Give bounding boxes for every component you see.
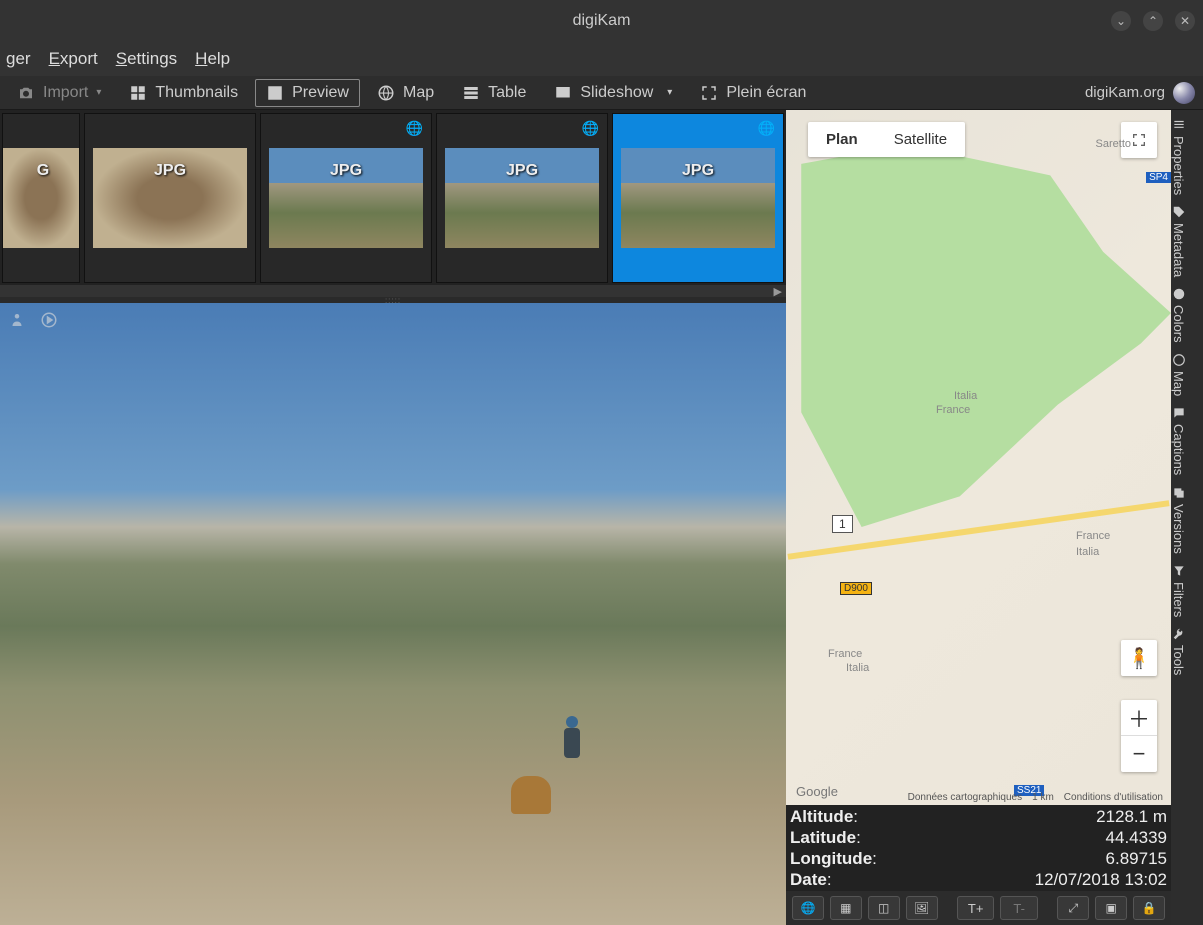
map-label: France bbox=[936, 404, 970, 416]
digikam-logo-icon[interactable] bbox=[1173, 82, 1195, 104]
map-marker[interactable]: 1 bbox=[832, 515, 853, 533]
dropdown-icon: ▾ bbox=[667, 87, 672, 98]
crop-icon[interactable]: ▣ bbox=[1095, 896, 1127, 920]
map-label: France bbox=[1076, 530, 1110, 542]
globe-icon bbox=[1172, 353, 1186, 367]
tab-versions[interactable]: Versions bbox=[1171, 482, 1186, 558]
thumbnail-strip: G JPG JPG 🌐 JPG 🌐 JPG 🌐 bbox=[0, 110, 786, 285]
map-toolbar: 🌐 ▦ ◫ 🖼 T+ T- ⤢ ▣ 🔒 bbox=[786, 891, 1171, 925]
map-label: Italia bbox=[1076, 546, 1099, 558]
tab-tools[interactable]: Tools bbox=[1171, 623, 1186, 679]
person-icon[interactable] bbox=[8, 311, 26, 329]
google-logo: Google bbox=[796, 784, 838, 799]
minimize-icon[interactable]: ⌄ bbox=[1111, 11, 1131, 31]
stack-icon bbox=[1172, 486, 1186, 500]
image-subject bbox=[511, 776, 551, 814]
menu-ger[interactable]: ger bbox=[6, 49, 31, 69]
toolbar: Import ▾ Thumbnails Preview Map Table Sl… bbox=[0, 76, 1203, 110]
menu-help[interactable]: Help bbox=[195, 49, 230, 69]
tag-icon bbox=[1172, 205, 1186, 219]
caption-icon bbox=[1172, 406, 1186, 420]
camera-icon bbox=[17, 84, 35, 102]
slideshow-button[interactable]: Slideshow ▾ bbox=[543, 79, 683, 107]
maximize-icon[interactable]: ⌃ bbox=[1143, 11, 1163, 31]
grid-icon bbox=[129, 84, 147, 102]
latitude-value: 44.4339 bbox=[1106, 827, 1167, 848]
text-zoom-in-button[interactable]: T+ bbox=[957, 896, 994, 920]
slideshow-icon bbox=[554, 84, 572, 102]
play-icon[interactable] bbox=[40, 311, 58, 329]
date-value: 12/07/2018 13:02 bbox=[1035, 869, 1167, 890]
thumbnails-button[interactable]: Thumbnails bbox=[118, 79, 249, 107]
fullscreen-icon bbox=[700, 84, 718, 102]
map-satellite-tab[interactable]: Satellite bbox=[876, 122, 965, 157]
tab-captions[interactable]: Captions bbox=[1171, 402, 1186, 479]
thumbnail-selected[interactable]: JPG 🌐 bbox=[612, 113, 784, 283]
road-label: SP4 bbox=[1146, 172, 1171, 183]
map-label: France bbox=[828, 648, 862, 660]
image-icon bbox=[266, 84, 284, 102]
tab-filters[interactable]: Filters bbox=[1171, 560, 1186, 621]
pegman-icon[interactable]: 🧍 bbox=[1121, 640, 1157, 676]
image-subject bbox=[558, 714, 586, 770]
thumbnail[interactable]: G bbox=[2, 113, 80, 283]
wrench-icon bbox=[1172, 627, 1186, 641]
menu-settings[interactable]: Settings bbox=[116, 49, 177, 69]
fit-icon[interactable]: ⤢ bbox=[1057, 896, 1089, 920]
grid-highlight-icon[interactable]: ▦ bbox=[830, 896, 862, 920]
lock-icon[interactable]: 🔒 bbox=[1133, 896, 1165, 920]
map-terms[interactable]: Conditions d'utilisation bbox=[1064, 792, 1163, 803]
tab-metadata[interactable]: Metadata bbox=[1171, 201, 1186, 281]
import-button[interactable]: Import ▾ bbox=[6, 79, 112, 107]
geo-icon: 🌐 bbox=[582, 120, 599, 137]
close-icon[interactable]: ✕ bbox=[1175, 11, 1195, 31]
geo-metadata: Altitude:2128.1 m Latitude:44.4339 Longi… bbox=[786, 805, 1171, 891]
list-icon bbox=[1172, 118, 1186, 132]
text-zoom-out-button[interactable]: T- bbox=[1000, 896, 1037, 920]
right-sidebar-tabs: Properties Metadata Colors Map Captions … bbox=[1171, 110, 1186, 925]
title-bar: digiKam ⌄ ⌃ ✕ bbox=[0, 0, 1203, 42]
table-icon bbox=[462, 84, 480, 102]
table-button[interactable]: Table bbox=[451, 79, 537, 107]
filter-icon bbox=[1172, 564, 1186, 578]
map-label: Italia bbox=[846, 662, 869, 674]
globe-icon bbox=[377, 84, 395, 102]
zoom-out-button[interactable]: − bbox=[1121, 736, 1157, 772]
region-select-icon[interactable]: ◫ bbox=[868, 896, 900, 920]
preview-button[interactable]: Preview bbox=[255, 79, 360, 107]
map-view[interactable]: Plan Satellite 🧍 ＋ − 1 Saretto Italia Fr… bbox=[786, 110, 1171, 805]
fullscreen-button[interactable]: Plein écran bbox=[689, 79, 817, 107]
map-label: Saretto bbox=[1096, 138, 1131, 150]
app-title: digiKam bbox=[573, 12, 631, 30]
road-label: D900 bbox=[840, 582, 872, 595]
altitude-value: 2128.1 m bbox=[1096, 806, 1167, 827]
menu-export[interactable]: Export bbox=[49, 49, 98, 69]
map-button[interactable]: Map bbox=[366, 79, 445, 107]
dropdown-icon: ▾ bbox=[96, 87, 101, 98]
thumbnail[interactable]: JPG bbox=[84, 113, 256, 283]
image-icon[interactable]: 🖼 bbox=[906, 896, 938, 920]
palette-icon bbox=[1172, 287, 1186, 301]
geo-icon: 🌐 bbox=[406, 120, 423, 137]
tab-map[interactable]: Map bbox=[1171, 349, 1186, 400]
tab-properties[interactable]: Properties bbox=[1171, 114, 1186, 199]
map-attrib-data[interactable]: Données cartographiques bbox=[908, 792, 1023, 803]
zoom-in-button[interactable]: ＋ bbox=[1121, 700, 1157, 736]
map-plan-tab[interactable]: Plan bbox=[808, 122, 876, 157]
longitude-value: 6.89715 bbox=[1106, 848, 1167, 869]
globe-icon[interactable]: 🌐 bbox=[792, 896, 824, 920]
tab-colors[interactable]: Colors bbox=[1171, 283, 1186, 347]
map-scale: 1 km bbox=[1032, 792, 1054, 803]
scroll-right-icon[interactable]: ▶ bbox=[774, 285, 782, 298]
map-label: Italia bbox=[954, 390, 977, 402]
thumbnail[interactable]: JPG 🌐 bbox=[436, 113, 608, 283]
digikam-org-link[interactable]: digiKam.org bbox=[1085, 84, 1165, 101]
menu-bar: ger Export Settings Help bbox=[0, 42, 1203, 76]
thumbnail[interactable]: JPG 🌐 bbox=[260, 113, 432, 283]
geo-icon: 🌐 bbox=[758, 120, 775, 137]
preview-area[interactable] bbox=[0, 303, 786, 925]
